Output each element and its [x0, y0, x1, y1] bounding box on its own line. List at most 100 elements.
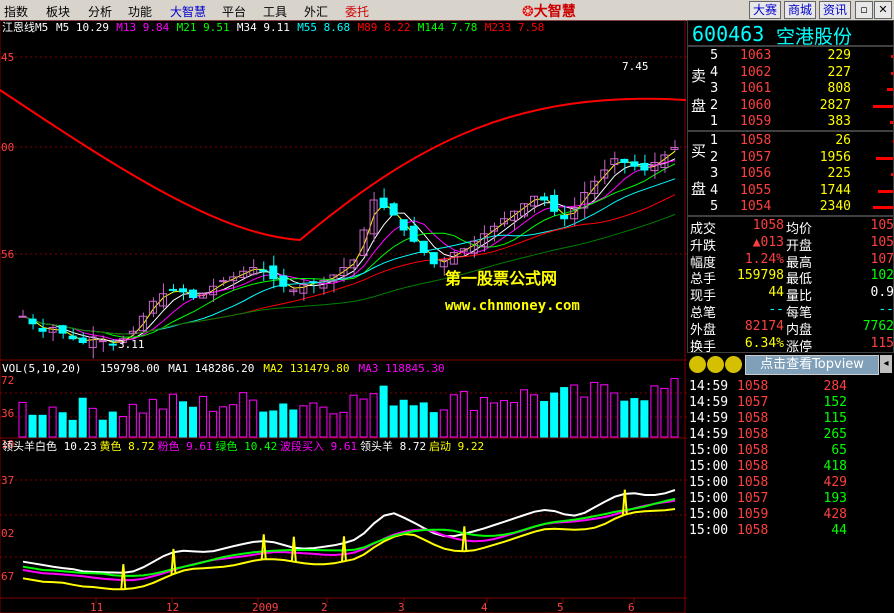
- stat-value2-7: 115: [870, 335, 894, 351]
- sell-label-2: 盘: [691, 97, 707, 115]
- sell-bar-2: [887, 88, 893, 91]
- tick-vol-6: 429: [823, 475, 847, 490]
- sell-bar-3: [873, 104, 893, 108]
- ind-legend-3: 绿色 10.42: [216, 439, 278, 453]
- menu-item-platform[interactable]: 平台: [222, 3, 246, 20]
- volume-bar: [48, 406, 57, 438]
- stat-value2-1: 105: [870, 234, 894, 250]
- volume-bar: [560, 387, 569, 438]
- buy-vol-3: 1744: [819, 182, 851, 198]
- volume-bar: [148, 398, 157, 438]
- volume-bar: [118, 415, 127, 438]
- indicator-lines: [22, 489, 676, 591]
- menu-item-forex[interactable]: 外汇: [304, 3, 328, 20]
- menu-item-analysis[interactable]: 分析: [88, 3, 112, 20]
- circle-icon-2[interactable]: [707, 356, 724, 373]
- volume-bar: [379, 385, 388, 438]
- topview-arrow-icon[interactable]: ◂: [880, 355, 892, 373]
- volume-bar: [319, 406, 328, 438]
- buy-bar-1: [876, 156, 893, 160]
- stock-name: 空港股份: [776, 26, 853, 48]
- circle-icon-3[interactable]: [725, 356, 742, 373]
- menu-item-function[interactable]: 功能: [128, 3, 152, 20]
- buy-level-1: 2: [710, 149, 719, 165]
- volume-bar: [459, 390, 468, 438]
- volume-bar: [108, 411, 117, 438]
- tick-time-5: 15:00: [689, 459, 729, 474]
- ind-y-tick-0: 37: [1, 474, 14, 487]
- candle-body: [630, 161, 639, 167]
- volume-bar: [58, 412, 67, 438]
- candle-body: [189, 289, 198, 299]
- sell-vol-3: 2827: [819, 97, 851, 113]
- tick-time-6: 15:00: [689, 475, 729, 490]
- tick-vol-5: 418: [823, 459, 847, 474]
- legend-m13: M13 9.84: [116, 21, 169, 34]
- candle-body: [68, 335, 77, 340]
- close-icon[interactable]: ✕: [874, 1, 892, 19]
- x-tick-1: 12: [166, 601, 179, 613]
- sell-bar-4: [890, 121, 893, 124]
- menu-item-tools[interactable]: 工具: [263, 3, 287, 20]
- high-label: 7.45: [622, 60, 649, 73]
- volume-bar: [610, 392, 619, 438]
- indicator-legend: 领头羊白色 10.23 黄色 8.72 粉色 9.61 绿色 10.42 波段买入 9.…: [2, 439, 484, 453]
- volume-bar: [650, 385, 659, 438]
- candle-body: [560, 215, 569, 220]
- ind-y-tick-2: 67: [1, 570, 14, 583]
- legend-m5: M5 10.29: [56, 21, 109, 34]
- ind-legend-4: 波段买入 9.61: [280, 439, 357, 453]
- ind-line-3: [22, 497, 676, 577]
- sell-bar-1: [891, 71, 893, 75]
- low-label: 3.11: [118, 338, 145, 351]
- tick-time-3: 14:59: [689, 427, 729, 442]
- tick-price-7: 1057: [737, 491, 769, 506]
- candle-body: [550, 194, 559, 212]
- buy-level-4: 5: [710, 199, 719, 214]
- mall-button[interactable]: 商城: [784, 1, 817, 19]
- buy-level-2: 3: [710, 166, 719, 181]
- candle-body: [429, 252, 438, 265]
- stat-value-6: 82174: [744, 318, 784, 334]
- topview-button[interactable]: 点击查看Topview: [745, 355, 879, 375]
- candle-body: [620, 158, 629, 164]
- x-tick-3: 2: [321, 601, 328, 613]
- menu-item-dzh[interactable]: 大智慧: [170, 3, 206, 20]
- vol-legend-0: 159798.00: [100, 362, 160, 375]
- tick-price-2: 1058: [737, 411, 769, 426]
- sell-level-4: 1: [710, 114, 719, 129]
- circle-icon-1[interactable]: [689, 356, 706, 373]
- ind-legend-2: 粉色 9.61: [158, 439, 213, 453]
- volume-bar: [530, 394, 539, 438]
- x-tick-4: 3: [398, 601, 405, 613]
- menu-item-index[interactable]: 指数: [4, 3, 28, 20]
- buy-bar-4: [873, 206, 893, 209]
- restore-icon[interactable]: ▫: [855, 1, 873, 19]
- tick-price-8: 1059: [737, 507, 769, 522]
- menu-item-order[interactable]: 委托: [345, 3, 369, 20]
- volume-bar: [509, 402, 519, 438]
- buy-vol-1: 1956: [819, 149, 851, 165]
- ind-legend-1: 黄色 8.72: [100, 439, 155, 453]
- menu-item-sector[interactable]: 板块: [46, 3, 70, 20]
- vol-y-tick-1: 36: [1, 407, 14, 420]
- candle-body: [28, 318, 37, 325]
- contest-button[interactable]: 大赛: [749, 1, 782, 19]
- main-y-ticks: 45 00 56: [1, 51, 14, 261]
- tick-price-3: 1058: [737, 427, 769, 442]
- stat-label2-7: 涨停: [786, 339, 813, 355]
- sell-orders: 卖 盘 5 1063 229 4 1062 227 3 1061 808 2 1060 2827 1 10…: [687, 46, 894, 131]
- stat-value-0: 1058: [752, 218, 784, 233]
- sell-price-3: 1060: [740, 97, 772, 113]
- volume-bar: [78, 397, 87, 438]
- main-y-tick-1: 00: [1, 141, 14, 154]
- news-button[interactable]: 资讯: [819, 1, 852, 19]
- watermark-title: 第一股票公式网: [445, 269, 557, 288]
- tick-price-0: 1058: [737, 379, 769, 394]
- ind-line-2: [22, 499, 676, 582]
- volume-bar: [18, 401, 27, 438]
- volume-bar: [178, 401, 188, 438]
- buy-bar-3: [878, 189, 893, 193]
- sell-vol-2: 808: [827, 81, 851, 96]
- volume-bar: [158, 408, 167, 438]
